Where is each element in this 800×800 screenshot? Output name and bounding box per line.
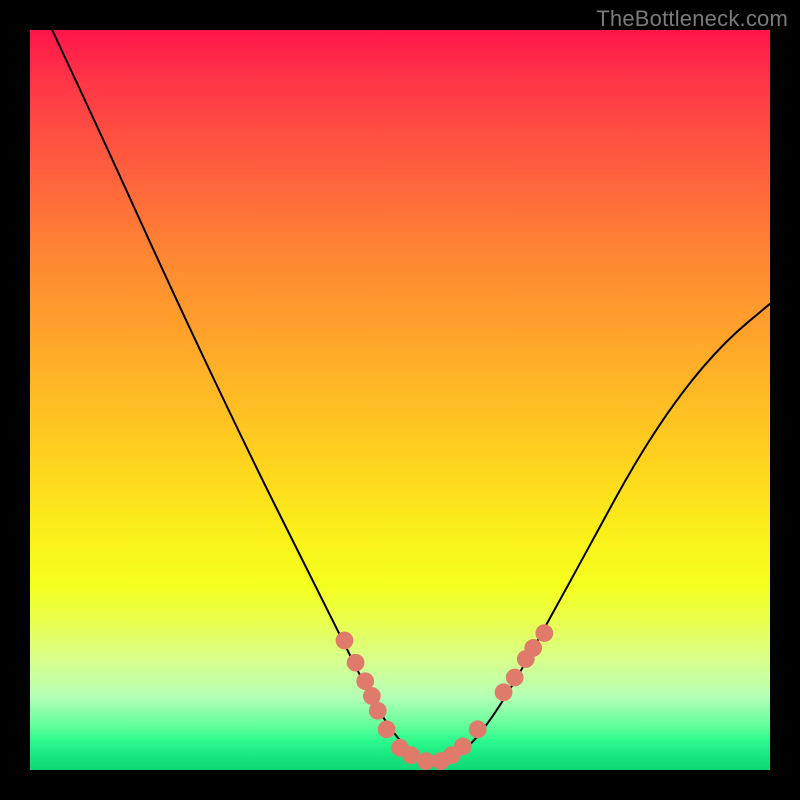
watermark-text: TheBottleneck.com [596, 6, 788, 32]
highlight-dots [336, 624, 554, 770]
highlight-dot [369, 702, 387, 720]
highlight-dot [378, 720, 396, 738]
highlight-dot [495, 683, 513, 701]
highlight-dot [454, 737, 472, 755]
highlight-dot [524, 639, 542, 657]
plot-area [30, 30, 770, 770]
highlight-dot [535, 624, 553, 642]
chart-frame: TheBottleneck.com [0, 0, 800, 800]
highlight-dot [347, 654, 365, 672]
chart-svg [30, 30, 770, 770]
highlight-dot [336, 632, 354, 650]
highlight-dot [469, 720, 487, 738]
highlight-dot [506, 669, 524, 687]
bottleneck-curve [52, 30, 770, 761]
